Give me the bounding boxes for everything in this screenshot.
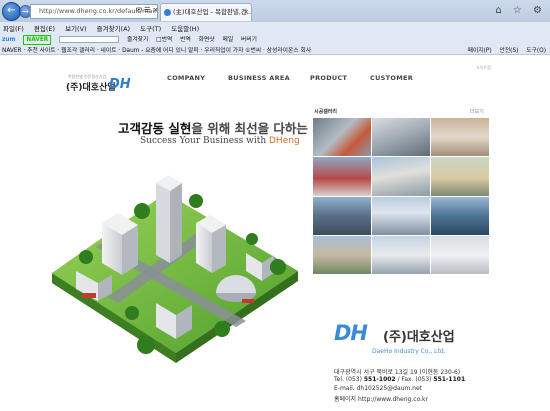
office-block-left (102, 213, 138, 275)
fav-samsung[interactable]: 삼성라이온스 회사 (267, 48, 312, 54)
address-bar-icons[interactable]: ✉ ☰ × (136, 4, 158, 17)
fav-gallery[interactable]: 웹조각 갤러리 (61, 48, 95, 54)
sitemap-link[interactable]: 사이트맵 (476, 65, 491, 71)
fav-daum[interactable]: Daum - 요즘에 어디 있니 알피 (122, 48, 199, 54)
nav-product[interactable]: PRODUCT (310, 74, 347, 82)
logo-dh-mark: DH (109, 77, 131, 92)
menu-edit[interactable]: 편집(E) (34, 25, 55, 33)
fax-label: / Fax. (053) (395, 376, 434, 383)
gallery-photo-5[interactable] (372, 157, 430, 196)
headline-emphasis: 고객감동 실현 (118, 121, 192, 136)
tools-menu[interactable]: 도구(O) (526, 48, 546, 54)
gallery-title: 시공갤러리 (314, 109, 338, 115)
gallery-photo-8[interactable] (372, 196, 430, 235)
menu-bar: 파일(F) 편집(E) 보기(V) 즐겨찾기(A) 도구(T) 도움말(H) (0, 23, 550, 35)
menu-view[interactable]: 보기(V) (65, 25, 86, 33)
fav-job[interactable]: 우리직업이 가자 ①번씨 (204, 48, 261, 54)
favorites-bar: NAVER · 추천 사이트 · 웹조각 갤러리 · 네이트 · Daum - … (2, 46, 546, 56)
slogan-text: Success Your Business with (140, 136, 269, 146)
toolbar-zum: zum NAVER 즐겨찾기 □번역 번역 화면샷 메일 버버기 (0, 35, 550, 46)
footer-phone-fax: Tel. (053) 551-1002 / Fax. (053) 551-110… (334, 376, 465, 383)
command-buttons: 페이지(P) 안전(S) 도구(O) (462, 46, 546, 56)
nav-customer[interactable]: CUSTOMER (370, 74, 413, 82)
tab-close-icon[interactable]: × (243, 4, 249, 21)
gallery-photo-11[interactable] (372, 235, 430, 274)
fax-number: 551-1101 (433, 376, 466, 383)
menu-tools[interactable]: 도구(T) (140, 25, 161, 33)
construction-gallery (313, 118, 489, 274)
toolbar-mail[interactable]: 메일 (222, 37, 233, 43)
toolbar-tail[interactable]: 버버기 (241, 37, 257, 43)
fav-nate[interactable]: 네이트 (101, 48, 117, 54)
nav-business-area[interactable]: BUSINESS AREA (228, 74, 290, 82)
tel-label: Tel. (053) (334, 376, 362, 383)
tab-title: (主)대호산업 - 복합판넬,건... (173, 8, 252, 16)
toolbar-favorites[interactable]: 즐겨찾기 (127, 37, 148, 43)
footer-email[interactable]: E-mail. dh102525@daum.net (334, 385, 422, 392)
toolbar-search-input[interactable] (59, 36, 120, 43)
english-slogan: Success Your Business with DHeng (140, 136, 300, 146)
gallery-photo-3[interactable] (431, 118, 489, 157)
main-headline: 고객감동 실현을 위해 최선을 다하는 기업 (118, 118, 335, 137)
slogan-brand: DHeng (269, 136, 300, 146)
footer-company-name-en: DaeHo Industry Co., Ltd. (372, 348, 446, 355)
gallery-photo-1[interactable] (313, 118, 371, 157)
toolbar-translate[interactable]: 번역 (180, 37, 191, 43)
footer-dh-logo: DH (334, 321, 368, 345)
home-favorites-tools-icons[interactable]: ⌂ ☆ ⚙ (495, 5, 546, 16)
footer-company-name: (주)대호산업 (383, 330, 455, 345)
gallery-photo-12[interactable] (431, 235, 489, 274)
ie-favicon-icon (164, 9, 171, 16)
toolbar-translate-box[interactable]: □번역 (156, 37, 172, 43)
fav-suggested[interactable]: 추천 사이트 (27, 48, 56, 54)
menu-help[interactable]: 도움말(H) (171, 25, 199, 33)
fav-naver[interactable]: NAVER (2, 48, 22, 54)
gallery-photo-2[interactable] (372, 118, 430, 157)
zum-logo[interactable]: zum (2, 37, 16, 43)
title-bar: ← → http://www.dheng.co.kr/default/main.… (0, 0, 550, 22)
gallery-photo-7[interactable] (313, 196, 371, 235)
safety-menu[interactable]: 안전(S) (500, 48, 519, 54)
city-illustration (52, 175, 298, 363)
naver-search-box[interactable]: NAVER (23, 35, 52, 45)
browser-chrome: ← → http://www.dheng.co.kr/default/main.… (0, 0, 550, 55)
tel-number: 551-1002 (363, 376, 396, 383)
menu-favorites[interactable]: 즐겨찾기(A) (97, 25, 130, 33)
gallery-photo-4[interactable] (313, 157, 371, 196)
browser-tab[interactable]: (主)대호산업 - 복합판넬,건... × (160, 3, 252, 21)
toolbar-screenshot[interactable]: 화면샷 (199, 37, 215, 43)
site-logo[interactable]: 복합판넬 전문생산기업 (주)대호산업 DH (62, 74, 132, 96)
footer-address: 대구광역시 서구 북비로 13길 19 (이현동 230-6) (334, 369, 461, 376)
menu-file[interactable]: 파일(F) (3, 25, 24, 33)
office-block-right (196, 215, 226, 273)
web-page: 복합판넬 전문생산기업 (주)대호산업 DH COMPANY BUSINESS … (0, 56, 550, 411)
gallery-photo-6[interactable] (431, 157, 489, 196)
footer-homepage[interactable]: 홈페이지 http://www.dheng.co.kr (334, 394, 428, 403)
page-menu[interactable]: 페이지(P) (468, 48, 492, 54)
nav-company[interactable]: COMPANY (167, 74, 205, 82)
gallery-photo-9[interactable] (431, 196, 489, 235)
gallery-more-link[interactable]: 더보기 (470, 108, 484, 115)
tall-tower (156, 175, 182, 263)
gallery-photo-10[interactable] (313, 235, 371, 274)
